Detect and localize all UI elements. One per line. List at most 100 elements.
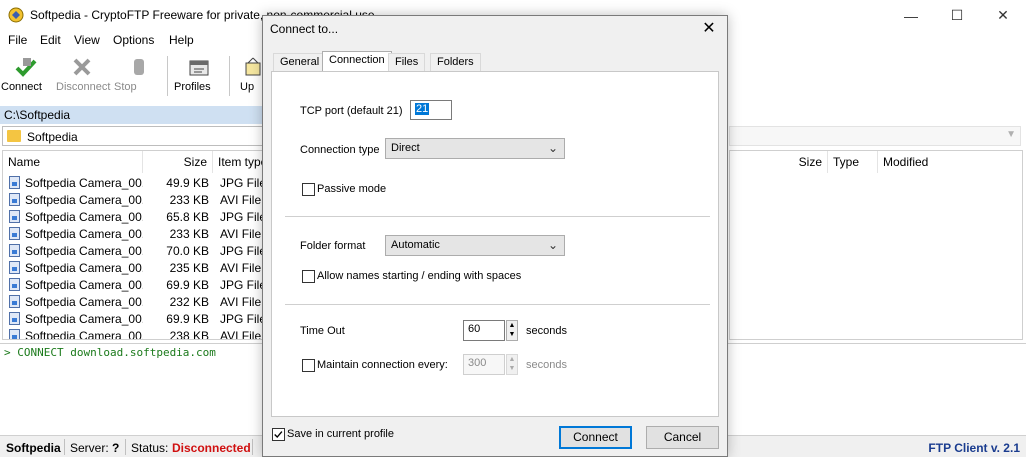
image-file-icon xyxy=(9,193,20,206)
file-row[interactable]: Softpedia Camera_00... 233 KB AVI File xyxy=(3,225,263,242)
status-value: Disconnected xyxy=(172,441,251,455)
file-type: JPG File xyxy=(220,210,264,224)
local-file-list: Name Size Item type Softpedia Camera_00.… xyxy=(2,150,264,340)
close-button[interactable]: ✕ xyxy=(980,0,1026,31)
save-profile-checkbox[interactable] xyxy=(272,428,285,441)
maximize-button[interactable]: ☐ xyxy=(934,0,980,31)
remote-col-type-header[interactable]: Type xyxy=(828,151,878,173)
menu-edit[interactable]: Edit xyxy=(40,33,61,47)
local-path-bar: C:\Softpedia xyxy=(0,106,265,124)
file-type: AVI File xyxy=(220,329,262,340)
passive-mode-label: Passive mode xyxy=(317,183,387,195)
status-divider xyxy=(252,439,253,455)
connect-dialog: Connect to... ✕ General Connection Files… xyxy=(262,15,728,457)
timeout-input[interactable]: 60 xyxy=(463,320,505,341)
connect-button[interactable]: Connect xyxy=(1,55,51,99)
col-type-header[interactable]: Item type xyxy=(213,151,263,173)
tab-connection[interactable]: Connection xyxy=(322,51,392,72)
tcp-port-value: 21 xyxy=(415,103,430,115)
upload-icon xyxy=(245,57,261,76)
file-row[interactable]: Softpedia Camera_00... 233 KB AVI File xyxy=(3,191,263,208)
minimize-button[interactable]: — xyxy=(888,0,934,31)
allow-spaces-checkbox[interactable] xyxy=(302,270,315,283)
connection-type-select[interactable]: Direct ⌄ xyxy=(385,138,565,159)
passive-mode-checkbox[interactable] xyxy=(302,183,315,196)
file-name: Softpedia Camera_00... xyxy=(25,278,143,292)
menu-help[interactable]: Help xyxy=(169,33,194,47)
file-name: Softpedia Camera_00... xyxy=(25,210,143,224)
local-folder-name: Softpedia xyxy=(27,130,78,144)
folder-format-value: Automatic xyxy=(391,239,440,251)
remote-folder-combo[interactable]: ▼ xyxy=(729,126,1021,146)
file-row[interactable]: Softpedia Camera_00... 65.8 KB JPG File xyxy=(3,208,264,225)
menu-view[interactable]: View xyxy=(74,33,100,47)
file-row[interactable]: Softpedia Camera_00... 69.9 KB JPG File xyxy=(3,276,263,293)
connect-label: Connect xyxy=(1,81,42,93)
folder-format-label: Folder format xyxy=(300,240,366,252)
col-size-header[interactable]: Size xyxy=(143,151,213,173)
disconnect-icon xyxy=(73,58,91,76)
chevron-down-icon: ⌄ xyxy=(547,141,558,155)
file-size: 69.9 KB xyxy=(166,278,209,292)
toolbar-separator xyxy=(229,56,230,96)
file-name: Softpedia Camera_00... xyxy=(25,227,143,241)
file-size: 233 KB xyxy=(169,227,209,241)
stop-button[interactable]: Stop xyxy=(114,55,164,99)
file-name: Softpedia Camera_00... xyxy=(25,176,143,190)
file-size: 65.8 KB xyxy=(166,210,209,224)
file-name: Softpedia Camera_00... xyxy=(25,295,143,309)
timeout-spinner[interactable]: ▲ ▼ xyxy=(506,320,518,341)
chevron-down-icon: ▼ xyxy=(1006,129,1016,140)
image-file-icon xyxy=(9,261,20,274)
log-line: > CONNECT download.softpedia.com xyxy=(4,346,216,359)
menu-options[interactable]: Options xyxy=(113,33,154,47)
image-file-icon xyxy=(9,210,20,223)
image-file-icon xyxy=(9,278,20,291)
maintain-interval-input[interactable]: 300 xyxy=(463,354,505,375)
file-row[interactable]: Softpedia Camera_00... 69.9 KB JPG File xyxy=(3,310,263,327)
file-row[interactable]: Softpedia Camera_00... 70.0 KB JPG File xyxy=(3,242,263,259)
col-name-header[interactable]: Name xyxy=(3,151,143,173)
client-version: FTP Client v. 2.1 xyxy=(928,441,1020,455)
menu-file[interactable]: File xyxy=(8,33,27,47)
file-row[interactable]: Softpedia Camera_00... 235 KB AVI File xyxy=(3,259,263,276)
section-divider xyxy=(285,216,710,217)
remote-col-modified-header[interactable]: Modified xyxy=(878,151,1022,173)
tcp-port-input[interactable]: 21 xyxy=(410,100,452,120)
disconnect-button[interactable]: Disconnect xyxy=(56,55,111,99)
tab-folders[interactable]: Folders xyxy=(430,53,481,71)
file-size: 232 KB xyxy=(169,295,209,309)
upload-button[interactable]: Up xyxy=(240,55,262,99)
connection-type-value: Direct xyxy=(391,142,420,154)
maintain-interval-spinner[interactable]: ▲ ▼ xyxy=(506,354,518,375)
checkmark-icon xyxy=(274,431,283,439)
file-size: 69.9 KB xyxy=(166,312,209,326)
status-divider xyxy=(125,439,126,455)
file-type: AVI File xyxy=(220,261,262,275)
maintain-connection-label: Maintain connection every: xyxy=(317,359,448,371)
file-size: 233 KB xyxy=(169,193,209,207)
file-row[interactable]: Softpedia Camera_00... 49.9 KB JPG File xyxy=(3,174,263,191)
local-folder-combo[interactable]: Softpedia xyxy=(2,126,264,146)
folder-format-select[interactable]: Automatic ⌄ xyxy=(385,235,565,256)
file-row[interactable]: Softpedia Camera_00... 238 KB AVI File xyxy=(3,327,263,340)
tab-files[interactable]: Files xyxy=(388,53,426,71)
tcp-port-label: TCP port (default 21) xyxy=(300,105,403,117)
profiles-button[interactable]: Profiles xyxy=(174,55,224,99)
dialog-close-button[interactable]: ✕ xyxy=(695,18,723,42)
remote-col-size-header[interactable]: Size xyxy=(730,151,828,173)
file-type: AVI File xyxy=(220,295,262,309)
status-server-label: Server: xyxy=(70,441,109,455)
connect-icon xyxy=(15,58,37,77)
section-divider xyxy=(285,304,710,305)
tab-general[interactable]: General xyxy=(273,53,327,71)
folder-icon xyxy=(7,130,21,142)
status-server-value: ? xyxy=(112,441,120,455)
connect-dialog-button[interactable]: Connect xyxy=(559,426,632,449)
disconnect-label: Disconnect xyxy=(56,81,111,93)
stop-label: Stop xyxy=(114,81,137,93)
maintain-connection-checkbox[interactable] xyxy=(302,359,315,372)
dialog-title: Connect to... xyxy=(270,22,339,36)
file-row[interactable]: Softpedia Camera_00... 232 KB AVI File xyxy=(3,293,263,310)
cancel-button[interactable]: Cancel xyxy=(646,426,719,449)
